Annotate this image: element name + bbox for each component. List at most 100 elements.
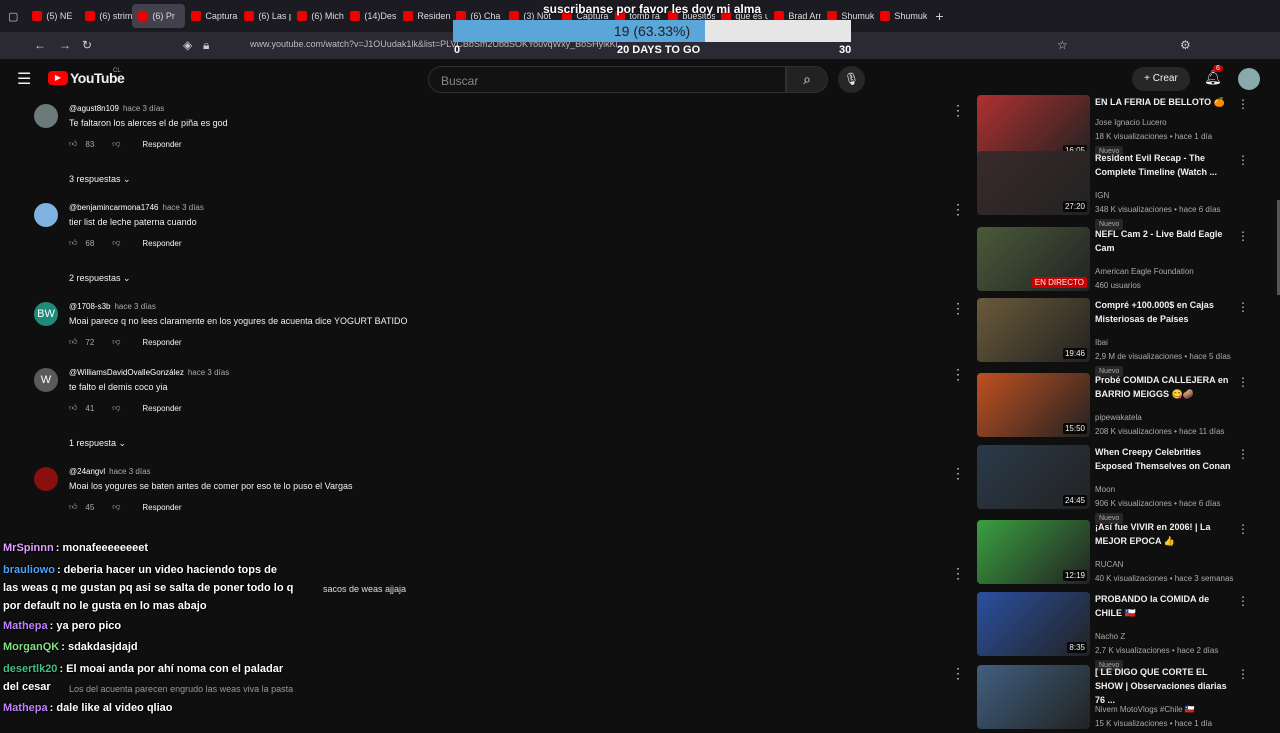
like-icon[interactable]: 👍︎ (69, 502, 77, 512)
dislike-icon[interactable]: 👎︎ (112, 502, 120, 512)
menu-icon[interactable]: ☰ (17, 69, 31, 89)
comment-menu-icon[interactable]: ⋮ (951, 465, 965, 482)
video-title[interactable]: When Creepy Celebrities Exposed Themselv… (1095, 445, 1235, 473)
dislike-icon[interactable]: 👎︎ (112, 139, 120, 149)
reply-button[interactable]: Responder (142, 239, 181, 248)
browser-tab[interactable]: (6) strim (79, 4, 132, 28)
comment-username[interactable]: @benjamincarmona1746 (69, 203, 159, 212)
dislike-icon[interactable]: 👎︎ (112, 337, 120, 347)
related-video[interactable]: 24:45 When Creepy Celebrities Exposed The… (977, 445, 1257, 524)
video-thumbnail[interactable]: 16:05 (977, 95, 1090, 159)
comment-avatar[interactable] (34, 104, 58, 128)
video-channel[interactable]: Nacho Z (1095, 632, 1125, 641)
new-tab-button[interactable]: + (935, 8, 943, 24)
video-channel[interactable]: Nivem MotoVlogs #Chile 🇨🇱 (1095, 705, 1195, 714)
video-title[interactable]: Compré +100.000$ en Cajas Misteriosas de… (1095, 298, 1235, 326)
video-menu-icon[interactable]: ⋮ (1237, 300, 1249, 314)
video-thumbnail[interactable]: EN DIRECTO (977, 227, 1090, 291)
youtube-logo-icon[interactable]: ▶ (48, 71, 68, 85)
video-title[interactable]: ¡Así fue VIVIR en 2006! | La MEJOR EPOCA… (1095, 520, 1235, 548)
comment-avatar[interactable] (34, 203, 58, 227)
comment-avatar[interactable]: W (34, 368, 58, 392)
video-thumbnail[interactable]: 27:20 (977, 151, 1090, 215)
search-input[interactable]: Buscar (428, 66, 786, 93)
video-title[interactable]: NEFL Cam 2 - Live Bald Eagle Cam (1095, 227, 1235, 255)
video-title[interactable]: Resident Evil Recap - The Complete Timel… (1095, 151, 1235, 179)
browser-tab[interactable]: Shumuk (874, 4, 927, 28)
create-button[interactable]: + Crear (1132, 67, 1190, 91)
dislike-icon[interactable]: 👎︎ (112, 403, 120, 413)
video-title[interactable]: EN LA FERIA DE BELLOTO 🍊 (1095, 95, 1235, 109)
video-thumbnail[interactable]: 12:19 (977, 520, 1090, 584)
video-menu-icon[interactable]: ⋮ (1237, 594, 1249, 608)
video-thumbnail[interactable] (977, 665, 1090, 729)
video-thumbnail[interactable]: 19:46 (977, 298, 1090, 362)
video-thumbnail[interactable]: 8:35 (977, 592, 1090, 656)
like-icon[interactable]: 👍︎ (69, 139, 77, 149)
related-video[interactable]: EN DIRECTO NEFL Cam 2 - Live Bald Eagle C… (977, 227, 1257, 295)
bookmark-star-icon[interactable]: ☆ (1057, 38, 1068, 52)
account-avatar[interactable] (1238, 68, 1260, 90)
replies-toggle[interactable]: 3 respuestas ⌄ (69, 174, 131, 185)
comment-avatar[interactable] (34, 467, 58, 491)
extensions-icon[interactable]: ⚙︎ (1180, 38, 1191, 52)
video-title[interactable]: PROBANDO la COMIDA de CHILE 🇨🇱 (1095, 592, 1235, 620)
video-title[interactable]: [ LE DIGO QUE CORTE EL SHOW | Observacio… (1095, 665, 1235, 707)
comment-menu-icon[interactable]: ⋮ (951, 665, 965, 682)
video-thumbnail[interactable]: 24:45 (977, 445, 1090, 509)
related-video[interactable]: 19:46 Compré +100.000$ en Cajas Misterios… (977, 298, 1257, 377)
replies-toggle[interactable]: 1 respuesta ⌄ (69, 438, 126, 449)
comment-username[interactable]: @24angvl (69, 467, 105, 476)
reply-button[interactable]: Responder (142, 140, 181, 149)
browser-tab[interactable]: (6) Las p (238, 4, 291, 28)
shield-icon[interactable]: ◈ (183, 38, 192, 52)
video-channel[interactable]: Jose Ignacio Lucero (1095, 118, 1167, 127)
reload-icon[interactable]: ↻ (82, 38, 92, 52)
reply-button[interactable]: Responder (142, 338, 181, 347)
comment-menu-icon[interactable]: ⋮ (951, 366, 965, 383)
related-video[interactable]: 8:35 PROBANDO la COMIDA de CHILE 🇨🇱 Nacho… (977, 592, 1257, 671)
comment-time[interactable]: hace 3 días (123, 104, 164, 113)
related-video[interactable]: 15:50 Probé COMIDA CALLEJERA en BARRIO ME… (977, 373, 1257, 441)
browser-tab[interactable]: (14)Des (344, 4, 397, 28)
video-channel[interactable]: RUCAN (1095, 560, 1123, 569)
reply-button[interactable]: Responder (142, 404, 181, 413)
browser-tab[interactable]: Residen (397, 4, 450, 28)
comment-time[interactable]: hace 3 días (109, 467, 150, 476)
like-icon[interactable]: 👍︎ (69, 337, 77, 347)
video-menu-icon[interactable]: ⋮ (1237, 97, 1249, 111)
video-thumbnail[interactable]: 15:50 (977, 373, 1090, 437)
browser-tab[interactable]: Captura (185, 4, 238, 28)
comment-menu-icon[interactable]: ⋮ (951, 102, 965, 119)
video-menu-icon[interactable]: ⋮ (1237, 522, 1249, 536)
video-channel[interactable]: IGN (1095, 191, 1109, 200)
comment-menu-icon[interactable]: ⋮ (951, 300, 965, 317)
video-channel[interactable]: Ibai (1095, 338, 1108, 347)
replies-toggle[interactable]: 2 respuestas ⌄ (69, 273, 131, 284)
video-title[interactable]: Probé COMIDA CALLEJERA en BARRIO MEIGGS … (1095, 373, 1235, 401)
comment-avatar[interactable]: BW (34, 302, 58, 326)
comment-menu-icon[interactable]: ⋮ (951, 565, 965, 582)
related-video[interactable]: 12:19 ¡Así fue VIVIR en 2006! | La MEJOR … (977, 520, 1257, 588)
back-icon[interactable]: ← (34, 38, 46, 52)
video-channel[interactable]: pipewakatela (1095, 413, 1142, 422)
related-video[interactable]: 27:20 Resident Evil Recap - The Complete … (977, 151, 1257, 230)
comment-username[interactable]: @1708-s3b (69, 302, 110, 311)
comment-menu-icon[interactable]: ⋮ (951, 201, 965, 218)
browser-tab[interactable]: (6) Mich (291, 4, 344, 28)
video-menu-icon[interactable]: ⋮ (1237, 153, 1249, 167)
comment-time[interactable]: hace 3 días (188, 368, 229, 377)
video-channel[interactable]: American Eagle Foundation (1095, 267, 1194, 276)
comment-time[interactable]: hace 3 días (114, 302, 155, 311)
video-menu-icon[interactable]: ⋮ (1237, 375, 1249, 389)
search-button[interactable]: ⌕ (786, 66, 828, 93)
video-channel[interactable]: Moon (1095, 485, 1115, 494)
browser-tab[interactable]: (6) Pr (132, 4, 186, 28)
video-menu-icon[interactable]: ⋮ (1237, 447, 1249, 461)
forward-icon[interactable]: → (59, 38, 71, 52)
comment-username[interactable]: @agust8n109 (69, 104, 119, 113)
video-menu-icon[interactable]: ⋮ (1237, 229, 1249, 243)
comment-username[interactable]: @WilliamsDavidOvalleGonzález (69, 368, 184, 377)
like-icon[interactable]: 👍︎ (69, 238, 77, 248)
browser-tab[interactable]: (5) NE (26, 4, 79, 28)
